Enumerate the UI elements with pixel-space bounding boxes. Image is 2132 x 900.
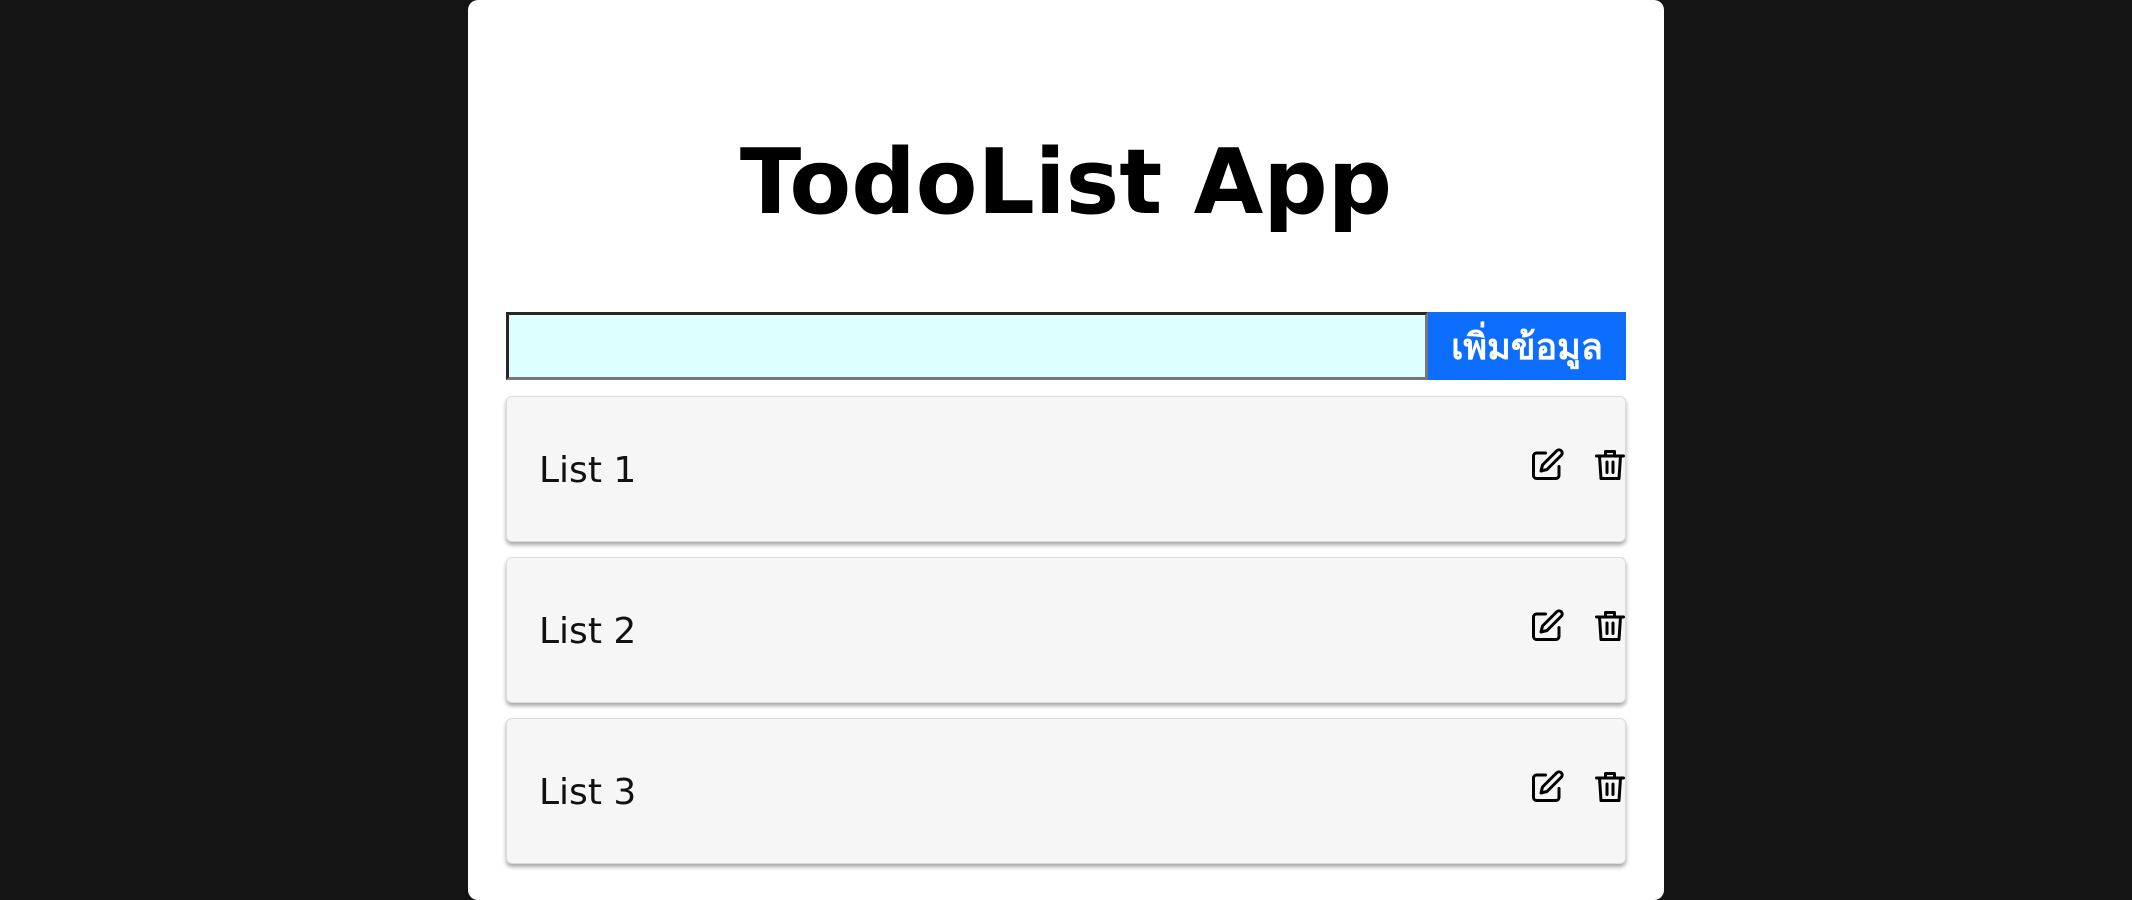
delete-button[interactable] <box>1592 769 1628 805</box>
edit-icon <box>1532 448 1564 480</box>
edit-icon <box>1532 609 1564 641</box>
todo-text: List 2 <box>539 611 637 652</box>
edit-button[interactable] <box>1529 608 1565 644</box>
edit-button[interactable] <box>1529 769 1565 805</box>
delete-button[interactable] <box>1592 447 1628 483</box>
add-todo-form: เพิ่มข้อมูล <box>506 312 1626 380</box>
trash-icon <box>1595 772 1625 802</box>
todo-item: List 2 <box>506 557 1626 703</box>
edit-icon <box>1532 770 1564 802</box>
trash-icon <box>1595 611 1625 641</box>
app-card: TodoList App เพิ่มข้อมูล List 1 List 2 L… <box>468 0 1664 900</box>
todo-item: List 3 <box>506 718 1626 864</box>
add-button[interactable]: เพิ่มข้อมูล <box>1428 312 1626 380</box>
todo-item: List 1 <box>506 396 1626 542</box>
page-title: TodoList App <box>739 130 1393 235</box>
todo-input[interactable] <box>506 312 1428 380</box>
edit-button[interactable] <box>1529 447 1565 483</box>
todo-list: List 1 List 2 List 3 <box>506 396 1626 879</box>
trash-icon <box>1595 450 1625 480</box>
todo-text: List 1 <box>539 450 637 491</box>
todo-text: List 3 <box>539 772 637 813</box>
delete-button[interactable] <box>1592 608 1628 644</box>
